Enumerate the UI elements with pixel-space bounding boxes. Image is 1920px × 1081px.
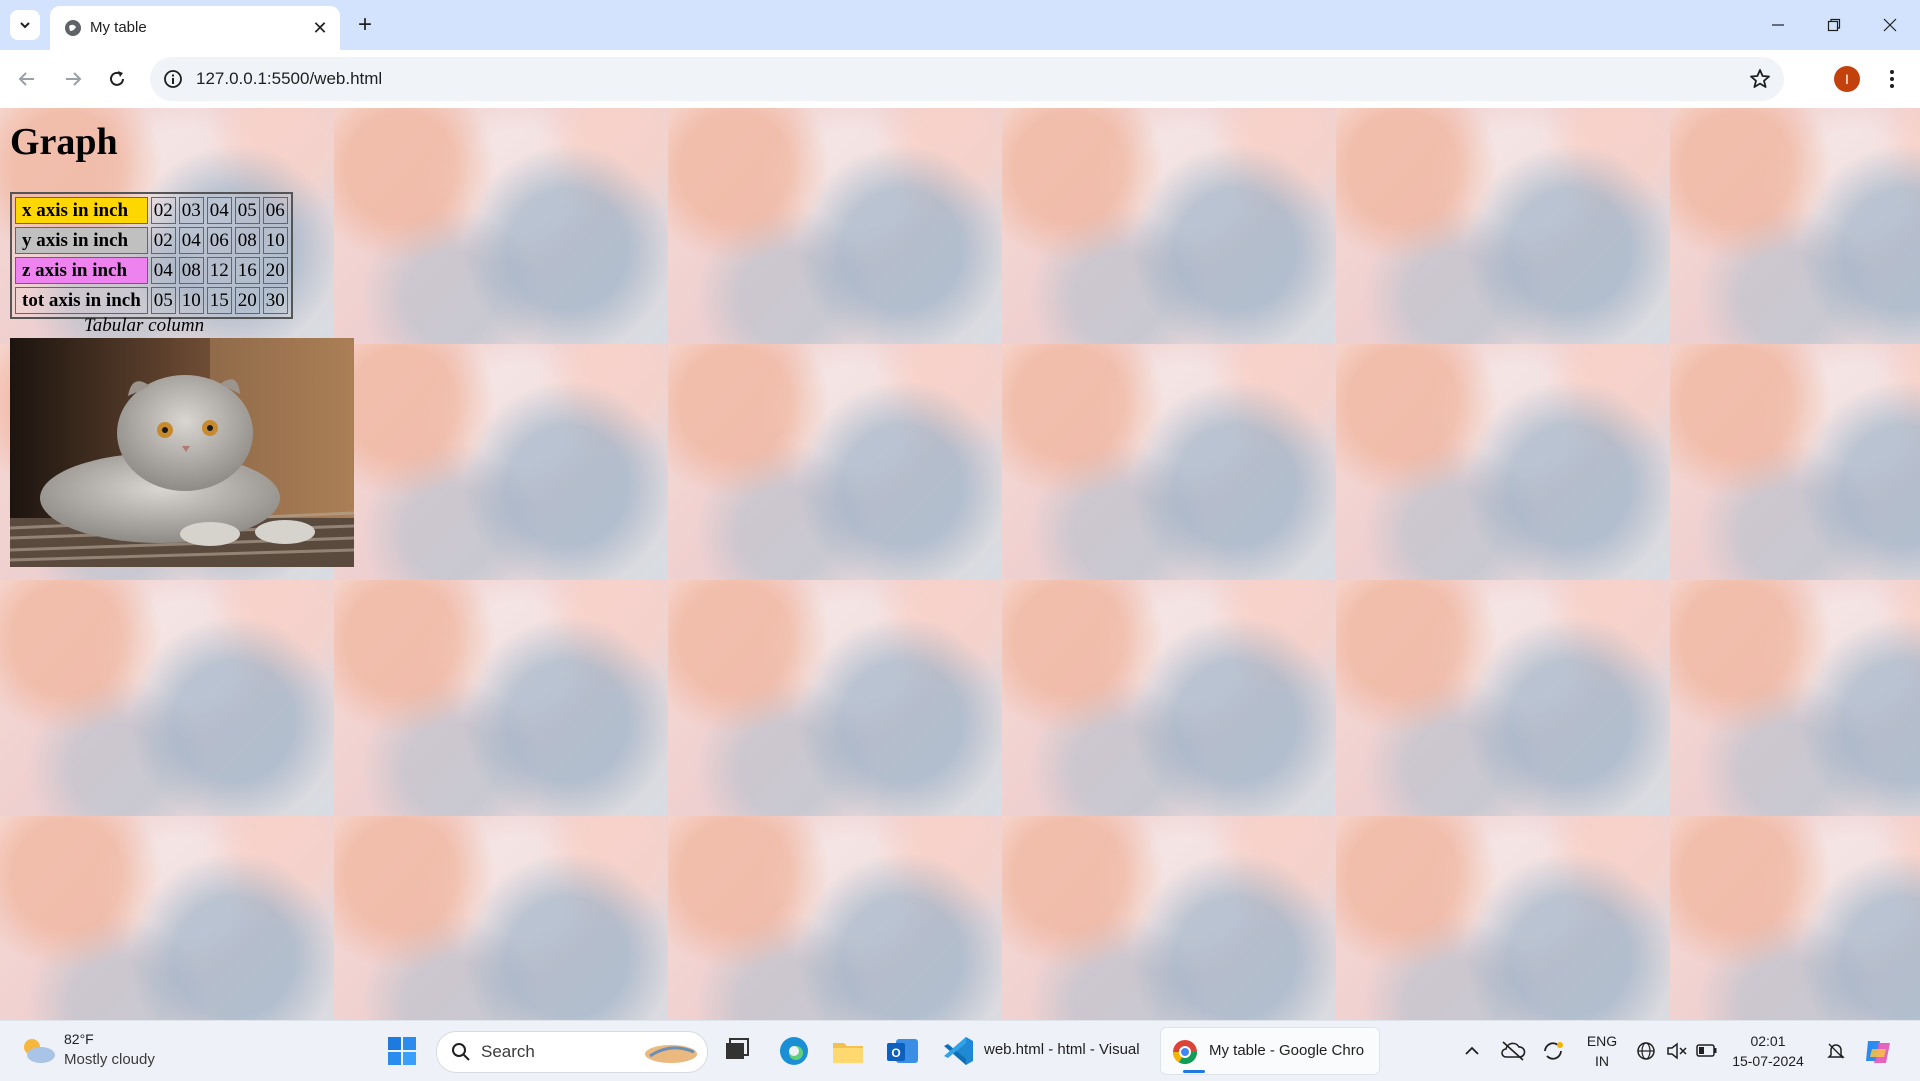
page-heading: Graph	[10, 121, 118, 163]
task-view-icon	[726, 1038, 749, 1059]
address-bar[interactable]: 127.0.0.1:5500/web.html	[150, 57, 1784, 101]
forward-button[interactable]	[58, 64, 88, 94]
new-tab-button[interactable]: +	[352, 12, 378, 38]
back-button[interactable]	[12, 64, 42, 94]
weather-temperature[interactable]: 82°F	[64, 1031, 94, 1047]
close-window-button[interactable]	[1870, 10, 1910, 40]
taskbar-window-chrome[interactable]: My table - Google Chro	[1160, 1027, 1380, 1075]
more-vert-icon	[1890, 70, 1894, 88]
clock-time[interactable]: 02:01	[1728, 1033, 1808, 1049]
table-cell: 30	[262, 287, 288, 314]
onedrive-offline-icon[interactable]	[1500, 1039, 1526, 1063]
table-cell: 02	[150, 197, 176, 224]
arrow-left-icon	[18, 72, 34, 86]
arrow-right-icon	[66, 72, 82, 86]
language-indicator-top[interactable]: ENG	[1582, 1033, 1622, 1049]
search-label: Search	[481, 1042, 535, 1061]
taskbar-search-box[interactable]: Search	[436, 1031, 708, 1073]
vscode-window-label: web.html - html - Visual	[984, 1041, 1140, 1058]
file-explorer-button[interactable]	[830, 1033, 866, 1069]
table-cell: 10	[262, 227, 288, 254]
table-cell: 02	[150, 227, 176, 254]
axis-table: x axis in inch 02 03 04 05 06 y axis in inch 02…	[10, 192, 293, 319]
row-label: x axis in inch	[15, 197, 148, 224]
minimize-button[interactable]	[1758, 10, 1798, 40]
notification-bell-icon[interactable]	[1826, 1041, 1846, 1061]
weather-description[interactable]: Mostly cloudy	[64, 1051, 155, 1068]
globe-icon	[65, 20, 81, 36]
search-icon	[452, 1043, 470, 1061]
table-cell: 20	[262, 257, 288, 284]
browser-tab-active[interactable]: My table ✕	[50, 6, 340, 50]
table-cell: 20	[234, 287, 260, 314]
active-window-indicator	[1183, 1070, 1205, 1073]
close-tab-icon[interactable]: ✕	[310, 18, 330, 38]
table-caption: Tabular column	[83, 315, 205, 336]
table-cell: 16	[234, 257, 260, 284]
cat-photo	[10, 338, 354, 567]
table-cell: 12	[206, 257, 232, 284]
chrome-window-label: My table - Google Chro	[1209, 1042, 1365, 1059]
profile-avatar[interactable]: I	[1834, 66, 1860, 92]
restore-button[interactable]	[1814, 10, 1854, 40]
url-text[interactable]: 127.0.0.1:5500/web.html	[196, 69, 382, 89]
bookmark-star-icon[interactable]	[1748, 67, 1772, 91]
table-row: x axis in inch 02 03 04 05 06	[15, 197, 288, 224]
network-globe-icon[interactable]	[1636, 1041, 1656, 1061]
taskbar-window-vscode[interactable]: web.html - html - Visual	[938, 1027, 1150, 1073]
table-row: z axis in inch 04 08 12 16 20	[15, 257, 288, 284]
table-cell: 08	[234, 227, 260, 254]
table-row: tot axis in inch 05 10 15 20 30	[15, 287, 288, 314]
reload-icon	[110, 71, 124, 86]
task-view-button[interactable]	[718, 1033, 754, 1069]
windows-logo-icon	[388, 1037, 416, 1065]
chrome-icon	[1173, 1040, 1197, 1065]
table-cell: 05	[234, 197, 260, 224]
folder-icon	[833, 1043, 863, 1063]
site-info-icon[interactable]	[162, 68, 184, 90]
row-label: y axis in inch	[15, 227, 148, 254]
chevron-down-icon	[20, 22, 30, 29]
browser-toolbar: 127.0.0.1:5500/web.html I	[0, 50, 1920, 108]
svg-text:O: O	[891, 1046, 900, 1060]
tab-title: My table	[90, 19, 147, 36]
table-cell: 06	[206, 227, 232, 254]
edge-app-button[interactable]	[776, 1033, 812, 1069]
chevron-up-icon[interactable]	[1462, 1041, 1482, 1061]
close-icon	[1883, 18, 1897, 32]
weather-cloud-icon[interactable]	[20, 1035, 56, 1065]
row-label: tot axis in inch	[15, 287, 148, 314]
browser-tab-bar: My table ✕ +	[0, 0, 1920, 50]
table-cell: 04	[206, 197, 232, 224]
table-cell: 04	[178, 227, 204, 254]
table-cell: 04	[150, 257, 176, 284]
minimize-icon	[1772, 24, 1784, 26]
search-highlight-icon	[645, 1045, 697, 1063]
start-button[interactable]	[384, 1033, 420, 1069]
language-indicator-bottom[interactable]: IN	[1582, 1053, 1622, 1069]
clock-date[interactable]: 15-07-2024	[1728, 1053, 1808, 1069]
row-label: z axis in inch	[15, 257, 148, 284]
copilot-icon[interactable]	[1862, 1035, 1894, 1067]
page-viewport: Graph x axis in inch 02 03 04 05 06 y axis in …	[0, 108, 1920, 1020]
edge-icon	[780, 1037, 808, 1065]
reload-button[interactable]	[102, 64, 132, 94]
windows-taskbar: 82°F Mostly cloudy Search O web.html - h…	[0, 1020, 1920, 1081]
restore-icon	[1827, 18, 1841, 32]
outlook-new-button[interactable]: O	[884, 1033, 920, 1069]
browser-menu-button[interactable]	[1880, 64, 1904, 94]
table-cell: 10	[178, 287, 204, 314]
outlook-icon: O	[887, 1039, 918, 1063]
cat-illustration	[10, 338, 354, 567]
table-row: y axis in inch 02 04 06 08 10	[15, 227, 288, 254]
table-cell: 05	[150, 287, 176, 314]
sync-icon[interactable]	[1540, 1039, 1566, 1063]
speaker-muted-icon[interactable]	[1666, 1041, 1688, 1061]
tab-search-button[interactable]	[10, 10, 40, 40]
battery-icon[interactable]	[1696, 1043, 1718, 1059]
table-cell: 15	[206, 287, 232, 314]
table-cell: 03	[178, 197, 204, 224]
table-cell: 06	[262, 197, 288, 224]
table-cell: 08	[178, 257, 204, 284]
